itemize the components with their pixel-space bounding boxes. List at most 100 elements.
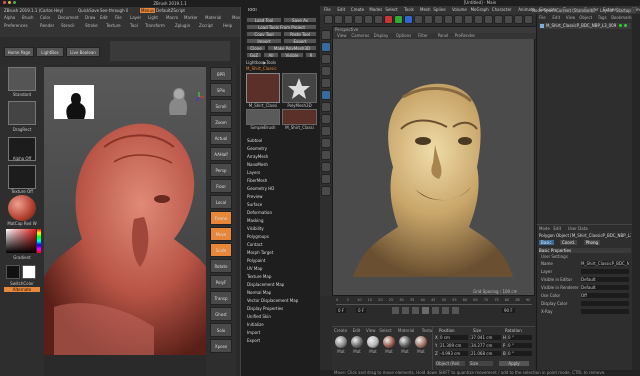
zbrush-menu-alpha[interactable]: Alpha [4,15,15,20]
lightbox-tools-link[interactable]: Lightbox▶Tools [246,60,276,65]
objects-menu-file[interactable]: File [539,15,546,20]
copy-tool-button[interactable]: Copy Tool [246,31,282,37]
zbrush-menu-file[interactable]: File [115,15,122,20]
tool-thumb-shirt[interactable] [246,73,280,103]
paint-icon[interactable] [321,186,331,196]
objects-menu-edit[interactable]: Edit [552,15,560,20]
material-menu-view[interactable]: View [366,328,376,333]
attribute-value-field[interactable]: M_Shirt_ClassicP_BDC_NBP_L3... [581,261,629,266]
goz-r-button[interactable]: R [305,52,317,58]
zbrush-rotate-button[interactable]: Rotate [210,259,232,273]
secondary-color-swatch[interactable] [22,265,36,279]
hue-strip[interactable] [37,229,41,253]
objects-menu-bookmarks[interactable]: Bookmarks [611,15,633,20]
scale-icon[interactable] [364,15,373,24]
zbrush-solo-button[interactable]: Solo [210,323,232,337]
matcap-red-wax-icon[interactable] [8,195,36,221]
zbrush-aahalf-button[interactable]: AAHalf [210,147,232,161]
last-frame-icon[interactable] [452,307,459,314]
zbrush-menu-color[interactable]: Color [40,15,50,20]
zbrush-canvas[interactable] [44,67,206,355]
zbrush-menu-layer[interactable]: Layer [130,15,141,20]
frame-current-field[interactable]: 0 F [356,308,367,313]
next-frame-icon[interactable] [432,307,439,314]
make-polymesh3d-button[interactable]: Make PolyMesh3D [267,45,317,51]
coord-size-field[interactable]: 34.277 cm [471,343,501,348]
tool-menu-fibermesh[interactable]: FiberMesh [247,178,267,183]
load-tool-button[interactable]: Load Tool [246,17,282,23]
tool-menu-arraymesh[interactable]: ArrayMesh [247,154,268,159]
tool-menu-subtool[interactable]: Subtool [247,138,262,143]
points-mode-icon[interactable] [321,66,331,76]
goz-all-button[interactable]: All [263,52,279,58]
zbrush-ghost-button[interactable]: Ghost [210,307,232,321]
snap-icon[interactable] [321,126,331,136]
attribute-value-field[interactable] [581,309,629,314]
tool-menu-texture-map[interactable]: Texture Map [247,274,271,279]
render-view-icon[interactable] [424,15,433,24]
select-icon[interactable] [344,15,353,24]
brush-standard-icon[interactable] [8,67,36,91]
bust-sculpt[interactable] [44,107,206,355]
simplebrush-thumb[interactable] [246,109,280,125]
tool-menu-uv-map[interactable]: UV Map [247,266,262,271]
zbrush-spix-button[interactable]: SPix [210,83,232,97]
tool-menu-vector-displacement-map[interactable]: Vector Displacement Map [247,298,298,303]
cloner-icon[interactable] [484,15,493,24]
zbrush-zoom-button[interactable]: Zoom [210,115,232,129]
coord-system-icon[interactable] [414,15,423,24]
subdivision-icon[interactable] [474,15,483,24]
z-axis-icon[interactable] [404,15,413,24]
tool-menu-import[interactable]: Import [247,330,260,335]
zbrush-scale-button[interactable]: Scale [210,243,232,257]
zbrush-menu-draw[interactable]: Draw [85,15,95,20]
export-button[interactable]: Export [283,38,317,44]
zoom-dot[interactable] [13,1,16,4]
tool-menu-export[interactable]: Export [247,338,260,343]
zbrush-menu-light[interactable]: Light [148,15,158,20]
light-icon[interactable] [524,15,533,24]
tool-menu-polypaint[interactable]: Polypaint [247,258,265,263]
c4d-menu-volume[interactable]: Volume [452,7,467,12]
viewport-menu-view[interactable]: View [337,33,347,38]
zbrush-menu-preferences[interactable]: Preferences [4,23,28,28]
zbrush-menu-document[interactable]: Document [58,15,79,20]
coord-position-field[interactable]: 21.309 cm [440,343,468,348]
c4d-menu-create[interactable]: Create [351,7,364,12]
c4d-menu-tools[interactable]: Tools [404,7,414,12]
zbrush-floor-button[interactable]: Floor [210,179,232,193]
coord-mode-dropdown[interactable]: Object (Rel) [435,361,465,366]
redo-icon[interactable] [334,15,343,24]
enable-axis-icon[interactable] [321,102,331,112]
coord-position-field[interactable]: 0 cm [440,335,468,340]
switchcolor-button[interactable]: SwitchColor [4,281,40,286]
cube-icon[interactable] [454,15,463,24]
tool-menu-displacement-map[interactable]: Displacement Map [247,282,284,287]
tool-menu-visibility[interactable]: Visibility [247,226,264,231]
first-frame-icon[interactable] [392,307,399,314]
tool-menu-display-properties[interactable]: Display Properties [247,306,283,311]
attributes-menu-edit[interactable]: Edit [553,226,561,231]
close-dot[interactable] [3,1,6,4]
tool-menu-initialize[interactable]: Initialize [247,322,264,327]
save-as-button[interactable]: Save As [283,17,317,23]
render-icon[interactable] [434,15,443,24]
tool-menu-nanomesh[interactable]: NanoMesh [247,162,268,167]
tool-menu-masking[interactable]: Masking [247,218,264,223]
zbrush-menu-render[interactable]: Render [40,23,54,28]
tool-menu-geometry-hd[interactable]: Geometry HD [247,186,274,191]
zbrush-persp-button[interactable]: Persp [210,163,232,177]
goz-visible-button[interactable]: Visible [280,52,304,58]
polygons-mode-icon[interactable] [321,90,331,100]
material-slot[interactable]: Mat [334,336,348,356]
viewport-solo-icon[interactable] [321,174,331,184]
pen-icon[interactable] [464,15,473,24]
coord-size-field[interactable]: 37.041 cm [471,335,501,340]
polymesh3d-star-icon[interactable] [282,73,317,103]
object-row[interactable]: M_Shirt_ClassicP_BDC_NBP_L3_009_Mesh [539,23,631,29]
visibility-dot[interactable] [619,24,622,27]
material-menu-create[interactable]: Create [334,328,347,333]
locked-workplane-icon[interactable] [321,150,331,160]
attribute-value-field[interactable]: Default [581,277,629,282]
material-slot[interactable]: Mat [350,336,364,356]
